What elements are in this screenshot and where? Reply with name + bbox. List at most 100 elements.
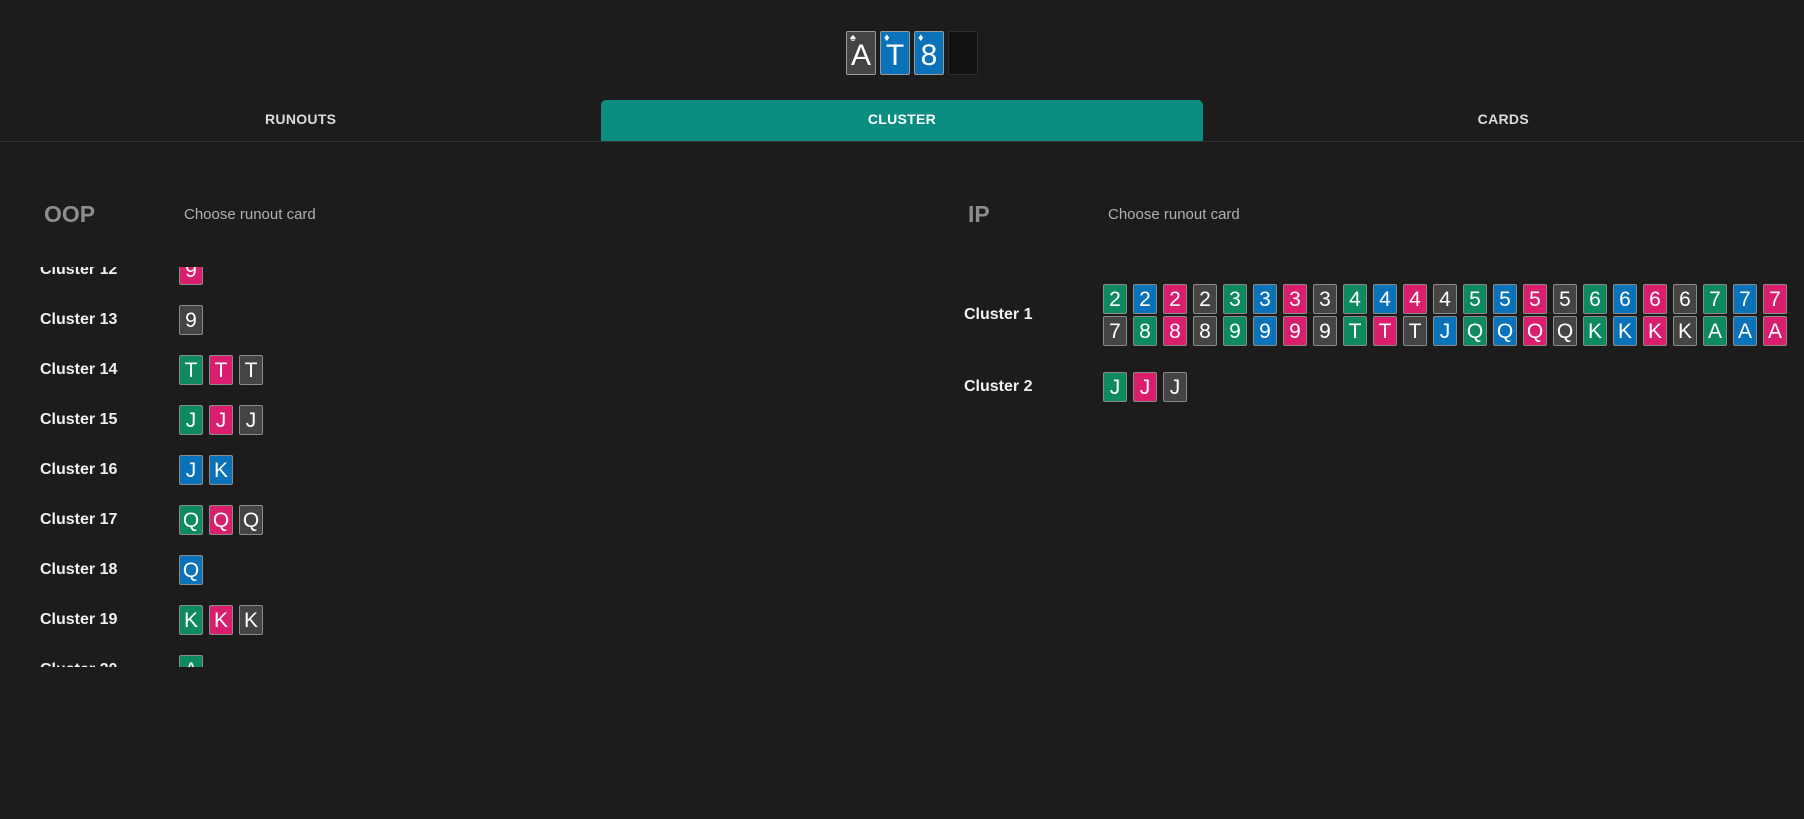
- runout-card[interactable]: 2: [1103, 284, 1127, 314]
- cluster-name: Cluster 15: [40, 411, 118, 428]
- runout-card[interactable]: 3: [1313, 284, 1337, 314]
- runout-card[interactable]: J: [1433, 316, 1457, 346]
- runout-card[interactable]: K: [1583, 316, 1607, 346]
- cluster-name: Cluster 16: [40, 461, 118, 478]
- tab-cards[interactable]: CARDS: [1203, 100, 1804, 141]
- ip-cluster-list[interactable]: Cluster 12222333344445555666677778889999…: [964, 278, 1794, 538]
- runout-card[interactable]: A: [1703, 316, 1727, 346]
- oop-cluster-row: Cluster 20A: [40, 645, 640, 667]
- runout-card[interactable]: J: [1103, 372, 1127, 402]
- cluster-cards: 9: [179, 267, 203, 285]
- ip-panel: IP Choose runout card Cluster 1222233334…: [964, 200, 1794, 500]
- runout-card[interactable]: A: [1763, 316, 1787, 346]
- runout-card[interactable]: J: [209, 405, 233, 435]
- cluster-cards: Q: [179, 555, 203, 585]
- runout-card[interactable]: 5: [1553, 284, 1577, 314]
- runout-card[interactable]: 7: [1763, 284, 1787, 314]
- runout-card[interactable]: Q: [239, 505, 263, 535]
- cluster-cards: TTT: [179, 355, 263, 385]
- runout-card[interactable]: 3: [1253, 284, 1277, 314]
- runout-card[interactable]: T: [1403, 316, 1427, 346]
- runout-card[interactable]: 8: [1133, 316, 1157, 346]
- runout-card[interactable]: J: [239, 405, 263, 435]
- runout-card[interactable]: 2: [1133, 284, 1157, 314]
- oop-title: OOP: [44, 200, 96, 227]
- runout-card[interactable]: 4: [1373, 284, 1397, 314]
- runout-card[interactable]: A: [1733, 316, 1757, 346]
- runout-card[interactable]: Q: [1553, 316, 1577, 346]
- runout-card[interactable]: 9: [1313, 316, 1337, 346]
- cluster-name: Cluster 1: [964, 306, 1033, 323]
- runout-card[interactable]: K: [1643, 316, 1667, 346]
- cluster-cards: A: [179, 655, 203, 667]
- cluster-cards: 2222333344445555666677778889999TTTJQQQQK…: [1103, 284, 1793, 346]
- runout-card[interactable]: K: [1613, 316, 1637, 346]
- oop-cluster-row: Cluster 16 J K: [40, 445, 640, 495]
- runout-card[interactable]: J: [179, 455, 203, 485]
- cluster-name: Cluster 17: [40, 511, 118, 528]
- runout-card[interactable]: 2: [1193, 284, 1217, 314]
- runout-card[interactable]: 7: [1103, 316, 1127, 346]
- oop-cluster-row: Cluster 18 Q: [40, 545, 640, 595]
- oop-cluster-row: Cluster 19 K K K: [40, 595, 640, 645]
- runout-card[interactable]: 8: [1193, 316, 1217, 346]
- runout-card[interactable]: 4: [1403, 284, 1427, 314]
- runout-card[interactable]: Q: [209, 505, 233, 535]
- runout-card[interactable]: Q: [179, 505, 203, 535]
- spade-icon: ♠: [850, 32, 856, 44]
- ip-runout-label: Choose runout card: [1108, 205, 1240, 223]
- runout-card[interactable]: K: [1673, 316, 1697, 346]
- runout-card[interactable]: 9: [1223, 316, 1247, 346]
- runout-card[interactable]: K: [239, 605, 263, 635]
- oop-cluster-row: Cluster 14 T T T: [40, 345, 640, 395]
- runout-card[interactable]: T: [209, 355, 233, 385]
- runout-card[interactable]: Q: [1493, 316, 1517, 346]
- oop-cluster-list[interactable]: Cluster 12 9 Cluster 13 9 Cluster 14 T T T Clust…: [40, 267, 640, 667]
- runout-card[interactable]: 9: [1253, 316, 1277, 346]
- runout-card[interactable]: T: [239, 355, 263, 385]
- tab-runouts[interactable]: RUNOUTS: [0, 100, 601, 141]
- board-card-empty-slot[interactable]: [948, 31, 978, 75]
- cluster-name: Cluster 19: [40, 611, 118, 628]
- runout-card[interactable]: 5: [1523, 284, 1547, 314]
- cluster-cards: JJJ: [179, 405, 263, 435]
- runout-card[interactable]: 3: [1223, 284, 1247, 314]
- oop-panel: OOP Choose runout card Cluster 12 9 Cluste…: [40, 200, 920, 800]
- runout-card[interactable]: K: [209, 455, 233, 485]
- ip-cluster-row: Cluster 2JJJ: [964, 352, 1794, 422]
- runout-card[interactable]: 6: [1583, 284, 1607, 314]
- runout-card[interactable]: J: [1163, 372, 1187, 402]
- runout-card[interactable]: J: [179, 405, 203, 435]
- runout-card[interactable]: T: [1343, 316, 1367, 346]
- runout-card[interactable]: 9: [179, 267, 203, 285]
- app-root: ♠ A ♦ T ♦ 8 RUNOUTS CLUSTER CARDS OOP Ch…: [0, 0, 1804, 819]
- runout-card[interactable]: 9: [1283, 316, 1307, 346]
- board-cards: ♠ A ♦ T ♦ 8: [846, 31, 978, 75]
- oop-runout-label: Choose runout card: [184, 205, 316, 223]
- board-card-3: ♦ 8: [914, 31, 944, 75]
- runout-card[interactable]: 6: [1613, 284, 1637, 314]
- runout-card[interactable]: 7: [1703, 284, 1727, 314]
- runout-card[interactable]: Q: [179, 555, 203, 585]
- tab-cluster[interactable]: CLUSTER: [601, 100, 1203, 141]
- runout-card[interactable]: J: [1133, 372, 1157, 402]
- runout-card[interactable]: 6: [1643, 284, 1667, 314]
- runout-card[interactable]: 7: [1733, 284, 1757, 314]
- runout-card[interactable]: 4: [1433, 284, 1457, 314]
- cluster-cards: KKK: [179, 605, 263, 635]
- runout-card[interactable]: K: [209, 605, 233, 635]
- runout-card[interactable]: 4: [1343, 284, 1367, 314]
- runout-card[interactable]: 3: [1283, 284, 1307, 314]
- runout-card[interactable]: A: [179, 655, 203, 667]
- runout-card[interactable]: T: [1373, 316, 1397, 346]
- runout-card[interactable]: 2: [1163, 284, 1187, 314]
- runout-card[interactable]: 5: [1493, 284, 1517, 314]
- runout-card[interactable]: 5: [1463, 284, 1487, 314]
- runout-card[interactable]: K: [179, 605, 203, 635]
- runout-card[interactable]: Q: [1523, 316, 1547, 346]
- runout-card[interactable]: Q: [1463, 316, 1487, 346]
- runout-card[interactable]: 8: [1163, 316, 1187, 346]
- runout-card[interactable]: 6: [1673, 284, 1697, 314]
- runout-card[interactable]: 9: [179, 305, 203, 335]
- runout-card[interactable]: T: [179, 355, 203, 385]
